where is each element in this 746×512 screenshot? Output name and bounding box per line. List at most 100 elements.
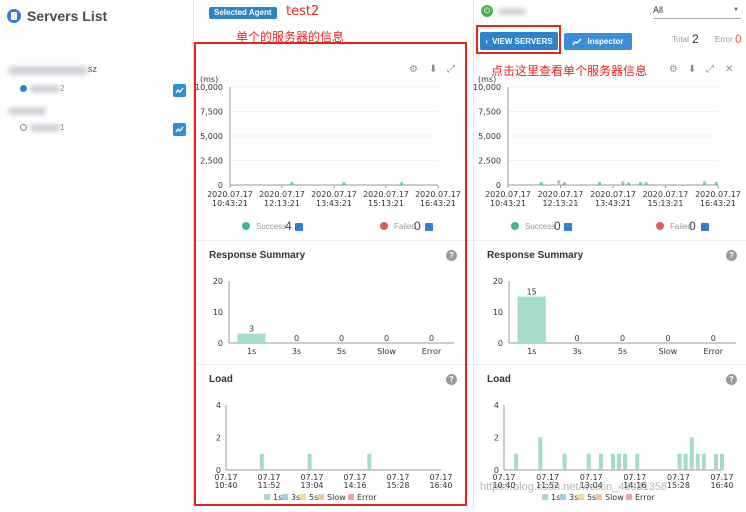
y-tick-label: 2,500 xyxy=(478,157,501,166)
load-bar xyxy=(683,453,688,470)
scatter-point xyxy=(714,182,718,186)
response-summary-title: Response Summary xyxy=(487,250,584,261)
servers-list-icon xyxy=(7,9,21,23)
success-checkbox[interactable] xyxy=(564,223,572,231)
x-tick-label: Error xyxy=(704,347,724,356)
x-tick-label: 16:40 xyxy=(710,481,733,490)
server-radio[interactable] xyxy=(20,124,27,131)
x-tick-label: 1s xyxy=(527,347,536,356)
load-bar xyxy=(623,453,628,470)
server-chart-icon[interactable] xyxy=(173,84,186,97)
server-name-redacted xyxy=(30,85,60,93)
load-bar xyxy=(689,437,694,470)
load-legend-swatch xyxy=(596,494,602,500)
scatter-point xyxy=(627,182,631,186)
app-scatter-legend: Success 0 Failed 0 xyxy=(511,219,721,233)
load-legend-label: Error xyxy=(635,493,655,502)
agent-filter-select[interactable]: All ▼ xyxy=(653,5,741,19)
load-bar xyxy=(635,453,640,470)
application-name-redacted xyxy=(498,8,526,15)
scatter-point xyxy=(598,182,602,186)
x-tick-label: Slow xyxy=(659,347,678,356)
load-title: Load xyxy=(487,374,511,385)
inspector-button[interactable]: Inspector xyxy=(564,33,632,50)
scatter-point xyxy=(557,180,561,184)
load-bar xyxy=(586,453,591,470)
scatter-point xyxy=(638,182,642,186)
server-group-name-redacted xyxy=(8,66,88,75)
server-radio-selected[interactable] xyxy=(20,85,27,92)
load-bar xyxy=(562,453,567,470)
y-tick-label: 10,000 xyxy=(474,83,501,92)
load-bar xyxy=(514,453,519,470)
servers-list-title: Servers List xyxy=(27,8,108,24)
error-label: Error xyxy=(715,35,733,44)
total-label: Total xyxy=(672,35,689,44)
load-bar xyxy=(677,453,682,470)
failed-checkbox[interactable] xyxy=(701,223,709,231)
y-tick-label: 10 xyxy=(493,308,503,317)
y-tick-label: 0 xyxy=(498,339,503,348)
server-name-suffix[interactable]: 2 xyxy=(60,84,64,93)
x-tick-label: 3s xyxy=(572,347,581,356)
server-group-name-redacted xyxy=(8,107,46,115)
server-name-suffix[interactable]: 1 xyxy=(60,123,64,132)
load-legend-swatch xyxy=(578,494,584,500)
load-bar xyxy=(611,453,615,470)
load-legend-swatch xyxy=(560,494,566,500)
help-icon[interactable]: ? xyxy=(726,374,737,385)
scatter-point xyxy=(703,181,707,185)
chevron-down-icon: ▼ xyxy=(733,7,739,13)
load-legend-label: 1s xyxy=(551,493,560,502)
agent-info-highlight xyxy=(194,42,467,506)
x-tick-label: 2020.07.17 xyxy=(643,190,689,199)
bar-value-label: 15 xyxy=(527,288,537,297)
load-bar xyxy=(538,437,543,470)
success-label: Success xyxy=(525,222,556,231)
x-tick-label: 2020.07.17 xyxy=(590,190,636,199)
failed-dot-icon xyxy=(656,222,664,230)
help-icon[interactable]: ? xyxy=(726,250,737,261)
x-tick-label: 13:43:21 xyxy=(595,199,631,208)
load-bar xyxy=(713,453,718,470)
load-legend-label: 5s xyxy=(587,493,596,502)
x-tick-label: 12:13:21 xyxy=(543,199,579,208)
bar-value-label: 0 xyxy=(620,334,625,343)
scatter-point xyxy=(644,182,648,186)
error-value: 0 xyxy=(735,32,742,46)
bar-value-label: 0 xyxy=(665,334,670,343)
x-tick-label: 2020.07.17 xyxy=(695,190,741,199)
load-legend-label: Slow xyxy=(605,493,624,502)
selected-agent-badge: Selected Agent xyxy=(209,7,277,19)
server-group-name: sz xyxy=(88,64,97,74)
y-tick-label: 0 xyxy=(496,181,501,190)
success-count: 0 xyxy=(554,219,561,233)
server-chart-icon[interactable] xyxy=(173,123,186,136)
application-panel: ⏻ All ▼ › VIEW SERVERS Inspector Total 2… xyxy=(473,0,746,507)
scatter-point xyxy=(563,182,567,186)
scatter-point xyxy=(539,182,543,186)
load-bar xyxy=(617,453,622,470)
load-bar xyxy=(720,453,724,470)
x-tick-label: 10:43:21 xyxy=(490,199,526,208)
load-legend-swatch xyxy=(542,494,548,500)
load-legend-label: 3s xyxy=(569,493,578,502)
y-tick-label: 7,500 xyxy=(478,108,501,117)
view-servers-highlight xyxy=(476,25,561,54)
agent-panel: Selected Agent test2 单个的服务器的信息 ⚙ ⬇ ⤢ (ms… xyxy=(194,0,474,507)
bar-value-label: 0 xyxy=(711,334,716,343)
success-dot-icon xyxy=(511,222,519,230)
x-tick-label: 5s xyxy=(618,347,627,356)
x-tick-label: 15:28 xyxy=(667,481,690,490)
watermark: https://blog.csdn.net/weixin_43931358 xyxy=(480,481,668,493)
agent-name: test2 xyxy=(286,4,320,19)
y-tick-label: 20 xyxy=(493,277,503,286)
y-tick-label: 4 xyxy=(494,401,499,410)
power-icon: ⏻ xyxy=(481,5,493,17)
x-tick-label: 15:13:21 xyxy=(648,199,684,208)
scatter-point xyxy=(621,181,625,185)
load-bar xyxy=(598,453,603,470)
agent-filter-value: All xyxy=(653,5,664,15)
inspector-chart-icon xyxy=(572,38,582,46)
x-tick-label: 16:43:21 xyxy=(700,199,736,208)
